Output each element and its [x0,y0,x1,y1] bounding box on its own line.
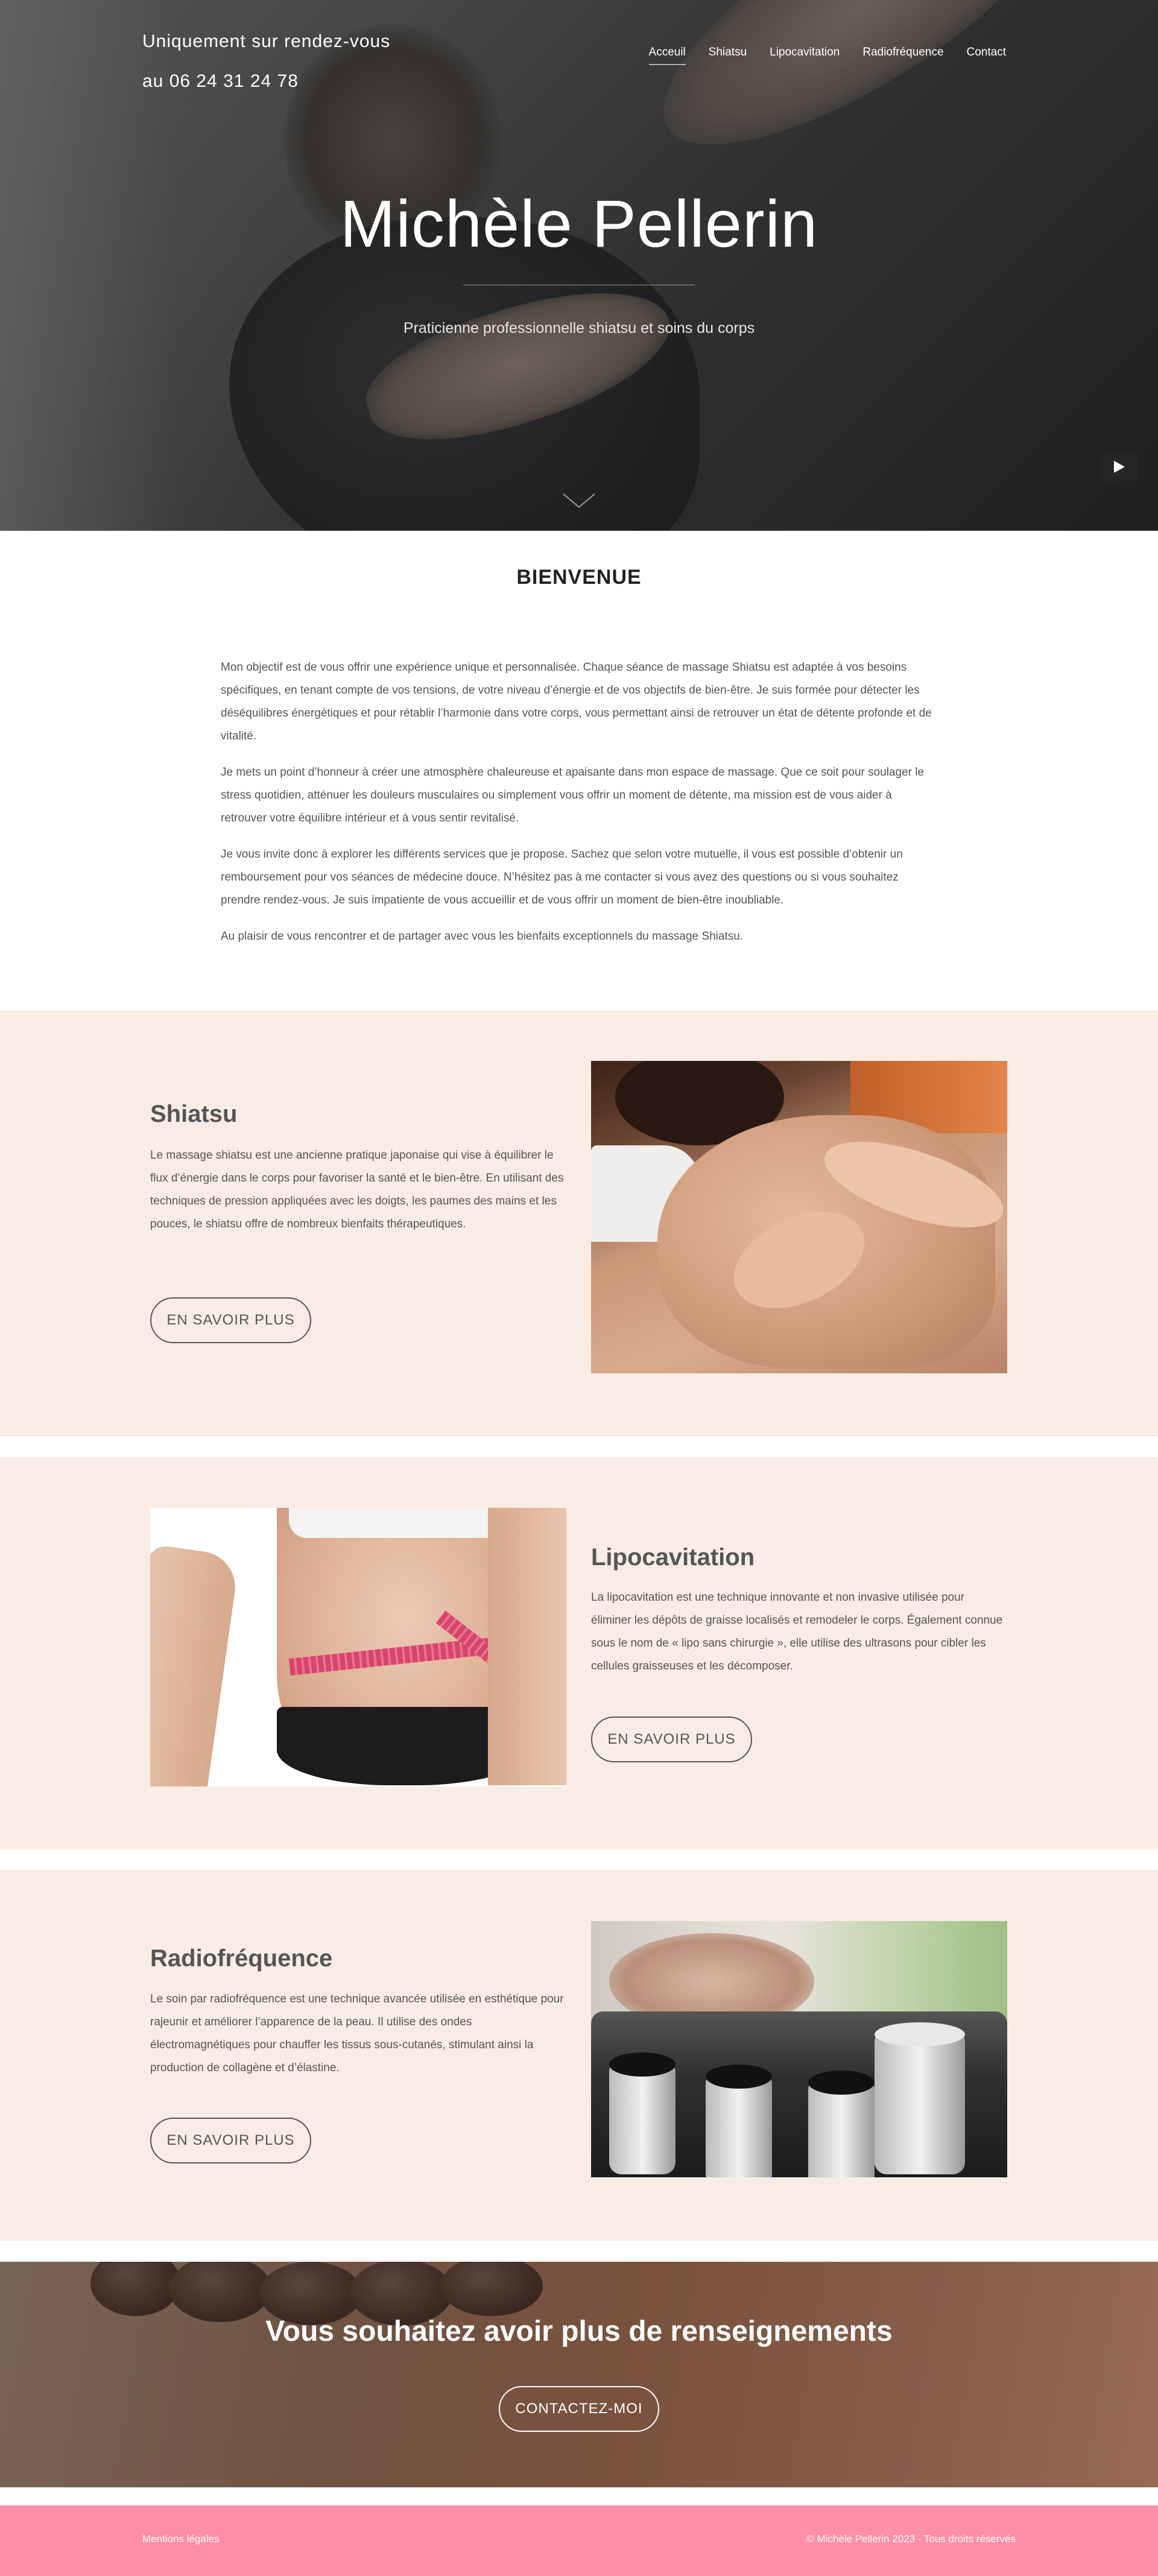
welcome-paragraph: Je mets un point d’honneur à créer une a… [221,766,925,824]
nav-item-shiatsu[interactable]: Shiatsu [709,46,747,65]
lipocavitation-more-button[interactable]: EN SAVOIR PLUS [591,1717,752,1762]
contact-banner-overlay [0,2262,1158,2487]
welcome-paragraph: Mon objectif est de vous offrir une expé… [221,661,932,742]
service-radiofrequence: Radiofréquence Le soin par radiofréquenc… [0,1870,1158,2241]
lipocavitation-image [150,1508,566,1786]
hero-subtitle: Praticienne professionnelle shiatsu et s… [403,320,755,337]
service-title: Shiatsu [150,1101,238,1127]
service-title: Radiofréquence [150,1945,333,1972]
hero-banner: Uniquement sur rendez-vous au 06 24 31 2… [0,0,1158,531]
nav-item-lipocavitation[interactable]: Lipocavitation [770,46,840,65]
appointment-text: Uniquement sur rendez-vous [142,31,391,51]
shiatsu-image [591,1061,1007,1373]
service-shiatsu: Shiatsu Le massage shiatsu est une ancie… [0,1010,1158,1437]
nav-item-contact[interactable]: Contact [967,46,1006,65]
main-nav: Acceuil Shiatsu Lipocavitation Radiofréq… [648,46,1006,65]
hero-title: Michèle Pellerin [340,187,818,261]
contact-banner: Vous souhaitez avoir plus de renseigneme… [0,2262,1158,2487]
welcome-title: BIENVENUE [516,566,642,589]
contact-banner-title: Vous souhaitez avoir plus de renseigneme… [265,2315,893,2347]
service-description: Le soin par radiofréquence est une techn… [150,1993,564,2074]
service-description: La lipocavitation est une technique inno… [591,1591,1003,1673]
nav-item-acceuil[interactable]: Acceuil [648,46,686,65]
welcome-text: Mon objectif est de vous offrir une expé… [221,656,937,961]
welcome-paragraph: Au plaisir de vous rencontrer et de part… [221,930,744,943]
nav-item-radiofrequence[interactable]: Radiofréquence [862,46,943,65]
service-lipocavitation: Lipocavitation La lipocavitation est une… [0,1457,1158,1849]
contact-info: Uniquement sur rendez-vous au 06 24 31 2… [142,22,390,101]
copyright-text: © Michèle Pellerin 2023 - Tous droits ré… [806,2533,1016,2545]
footer: Mentions légales © Michèle Pellerin 2023… [0,2505,1158,2576]
service-description: Le massage shiatsu est une ancienne prat… [150,1149,564,1230]
contact-me-button[interactable]: CONTACTEZ-MOI [499,2386,659,2432]
service-title: Lipocavitation [591,1544,755,1571]
legal-notice-link[interactable]: Mentions légales [142,2533,220,2545]
play-icon[interactable] [1101,452,1137,481]
shiatsu-more-button[interactable]: EN SAVOIR PLUS [150,1297,311,1343]
radiofrequence-more-button[interactable]: EN SAVOIR PLUS [150,2118,311,2163]
chevron-down-icon[interactable] [561,492,597,510]
radiofrequence-image [591,1921,1007,2177]
welcome-paragraph: Je vous invite donc à explorer les diffé… [221,848,903,907]
phone-text[interactable]: au 06 24 31 24 78 [142,62,390,101]
